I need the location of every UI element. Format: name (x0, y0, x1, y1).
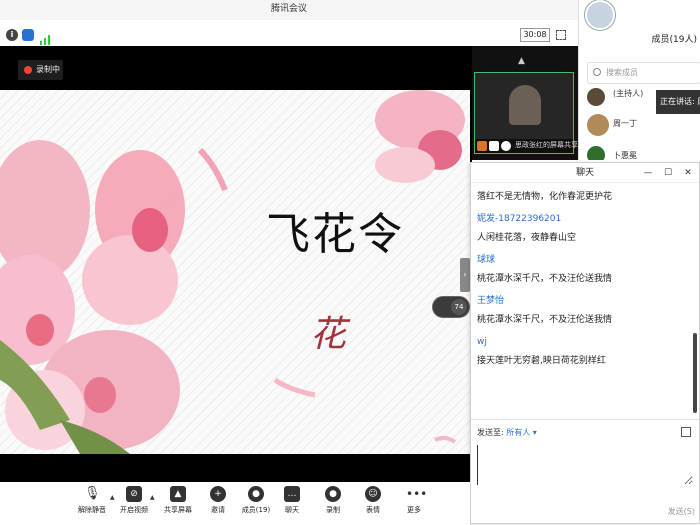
close-icon[interactable]: ✕ (681, 166, 695, 180)
member-name: 卜惠冕 (613, 151, 637, 160)
send-target-value: 所有人 (506, 428, 531, 437)
chat-message-text: 人闲桂花落，夜静春山空 (477, 233, 577, 243)
chat-header: 聊天 — ☐ ✕ (471, 163, 699, 183)
collapse-handle[interactable]: › (460, 258, 470, 292)
participant-video-tile[interactable]: 思政张红的屏幕共享 (474, 72, 578, 154)
recording-indicator: 录制中 (18, 60, 63, 80)
member-search-input[interactable]: 搜索成员 (587, 62, 700, 84)
minimize-icon[interactable]: — (641, 166, 655, 180)
signal-icon[interactable] (40, 30, 50, 45)
record-button[interactable]: ● 录制 (311, 486, 355, 515)
send-button[interactable]: 发送(S) (668, 506, 695, 517)
share-screen-label: 共享屏幕 (164, 506, 192, 514)
emoji-button[interactable]: ☺ 表情 (351, 486, 395, 515)
shield-icon[interactable] (22, 29, 34, 41)
slide-title: 飞花令 (266, 209, 404, 260)
video-options-caret[interactable]: ▲ (150, 494, 155, 501)
mic-off-icon: 🎙 (84, 486, 101, 501)
image-icon (489, 141, 499, 151)
chat-message-text: 桃花潭水深千尺，不及汪伦送我情 (477, 274, 613, 284)
more-label: 更多 (407, 506, 421, 514)
record-label: 录制 (326, 506, 340, 514)
search-icon (593, 68, 601, 76)
slide-char: 花 (310, 314, 347, 355)
chat-sender[interactable]: 球球 (477, 253, 689, 268)
chat-icon: … (284, 486, 300, 502)
chat-input[interactable] (477, 445, 693, 485)
chat-sender[interactable]: 王梦怡 (477, 294, 689, 309)
chat-label: 聊天 (285, 506, 299, 514)
start-video-label: 开启视频 (120, 506, 148, 514)
avatar (587, 88, 605, 106)
chat-divider (471, 419, 699, 420)
member-item[interactable]: 周一丁 (587, 114, 700, 138)
members-title: 成员(19人) (651, 35, 697, 45)
meeting-window: 腾讯会议 i 30:08 录制中 飞花令 花 › 74 ▲ 思政张红的屏幕共享 … (0, 0, 700, 525)
fullscreen-icon[interactable] (556, 30, 566, 40)
orchid-decoration (0, 90, 465, 454)
title-bar: 腾讯会议 (0, 0, 578, 20)
invite-icon: + (210, 486, 226, 502)
share-screen-button[interactable]: ▲ 共享屏幕 (156, 486, 200, 515)
avatar (587, 114, 609, 136)
member-name: 周一丁 (613, 119, 637, 128)
more-button[interactable]: ••• 更多 (392, 486, 436, 515)
record-icon: ● (325, 486, 341, 502)
emoji-label: 表情 (366, 506, 380, 514)
speaker-level: 74 (451, 299, 467, 315)
record-dot-icon (24, 66, 32, 74)
share-icon (477, 141, 487, 151)
scroll-up-icon[interactable]: ▲ (518, 56, 525, 66)
recording-label: 录制中 (36, 65, 60, 74)
share-screen-icon: ▲ (170, 486, 186, 502)
bottom-toolbar: 🎙 解除静音 ▲ ⊘ 开启视频 ▲ ▲ 共享屏幕 + 邀请 ● 成员(19) …… (0, 482, 470, 525)
emoji-icon: ☺ (365, 486, 381, 502)
more-icon: ••• (406, 487, 428, 501)
chat-message-text: 接天莲叶无穷碧,映日荷花别样红 (477, 356, 606, 366)
shared-slide: 飞花令 花 (0, 90, 470, 454)
member-name: (主持人) (613, 89, 644, 98)
chat-title: 聊天 (575, 168, 594, 178)
maximize-icon[interactable]: ☐ (661, 166, 675, 180)
info-icon[interactable]: i (6, 29, 18, 41)
send-target-select[interactable]: 所有人 ▾ (506, 428, 537, 437)
unmute-label: 解除静音 (78, 506, 106, 514)
mic-icon (501, 141, 511, 151)
chat-scrollbar[interactable] (693, 333, 697, 413)
chat-window: 聊天 — ☐ ✕ 落红不是无情物，化作春泥更护花 妮发-18722396201 … (470, 162, 700, 524)
user-avatar[interactable] (585, 0, 615, 30)
speaker-thumbnail[interactable]: 74 (432, 296, 470, 318)
info-bar: i 30:08 (0, 24, 578, 46)
window-title: 腾讯会议 (270, 4, 307, 14)
member-item[interactable]: 卜惠冕 (587, 146, 700, 160)
avatar (587, 146, 605, 160)
video-strip: ▲ 思政张红的屏幕共享 (472, 46, 578, 160)
chat-messages: 落红不是无情物，化作春泥更护花 妮发-18722396201 人闲桂花落，夜静春… (477, 185, 689, 423)
chat-button[interactable]: … 聊天 (270, 486, 314, 515)
member-search-placeholder: 搜索成员 (606, 68, 638, 77)
chat-message-text: 桃花潭水深千尺，不及汪伦送我情 (477, 315, 613, 325)
chat-sender[interactable]: wj (477, 335, 689, 350)
tile-footer: 思政张红的屏幕共享 (475, 139, 578, 153)
participant-silhouette (509, 85, 541, 125)
send-to: 发送至: 所有人 ▾ (477, 427, 537, 438)
video-off-icon: ⊘ (126, 486, 142, 502)
members-icon: ● (248, 486, 264, 502)
file-icon[interactable] (681, 427, 691, 437)
meeting-timer: 30:08 (520, 28, 550, 42)
chat-sender[interactable]: 妮发-18722396201 (477, 212, 689, 227)
send-to-label: 发送至: (477, 428, 504, 437)
chat-message-text: 落红不是无情物，化作春泥更护花 (477, 192, 613, 202)
speaking-tooltip: 正在讲话: 周 (656, 90, 700, 114)
tile-label: 思政张红的屏幕共享 (515, 141, 578, 149)
unmute-button[interactable]: 🎙 解除静音 (70, 486, 114, 515)
